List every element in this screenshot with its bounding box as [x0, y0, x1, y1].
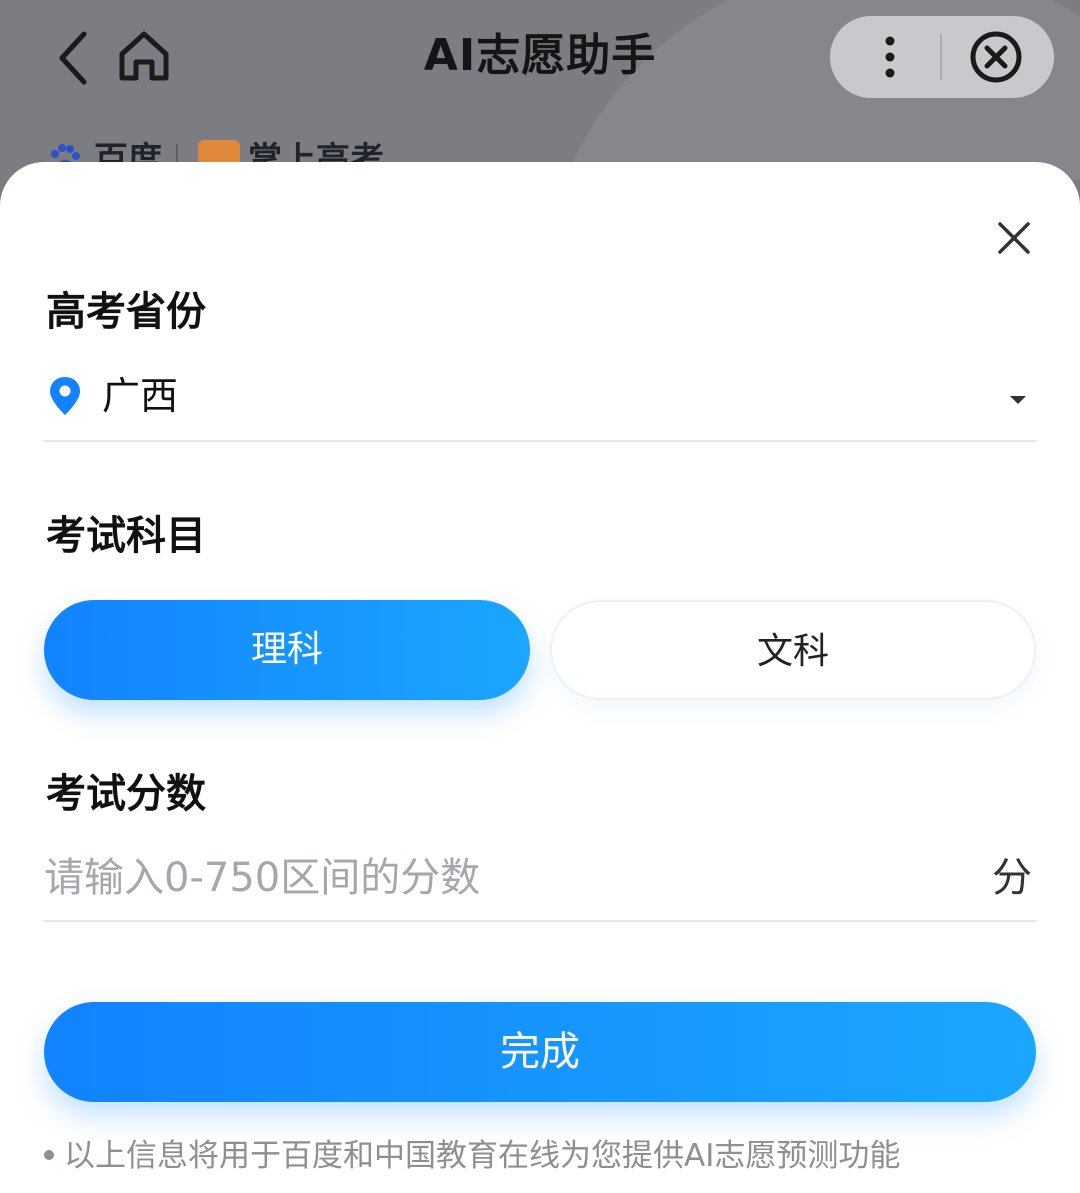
more-button[interactable]: [860, 27, 920, 87]
close-icon: [998, 222, 1030, 254]
mini-program-capsule: [830, 16, 1054, 98]
disclaimer-content: 以上信息将用于百度和中国教育在线为您提供AI志愿预测功能: [64, 1138, 901, 1174]
home-icon: [119, 31, 169, 81]
score-label: 考试分数: [46, 771, 206, 817]
back-arrow-icon: [59, 31, 87, 85]
caret-down-icon: [1010, 396, 1026, 404]
location-pin-icon: [50, 377, 80, 415]
province-select[interactable]: 广西: [44, 362, 1036, 442]
home-button[interactable]: [114, 26, 174, 86]
top-bar: AI志愿助手 百度 掌上高考: [0, 0, 1080, 180]
close-circle-icon: [970, 31, 1022, 83]
more-vertical-icon: [885, 36, 895, 78]
subject-option-liberal-arts[interactable]: 文科: [550, 600, 1036, 700]
province-label: 高考省份: [46, 289, 206, 335]
capsule-divider: [940, 34, 942, 80]
subject-option-science[interactable]: 理科: [44, 600, 530, 700]
score-input[interactable]: [44, 846, 944, 910]
sheet-close-button[interactable]: [992, 216, 1036, 260]
back-button[interactable]: [52, 28, 100, 88]
info-bottom-sheet: 高考省份 广西 考试科目 理科 文科 考试分数 分 完成 以上信息将用于百度和中…: [0, 162, 1080, 1193]
subject-label: 考试科目: [46, 513, 206, 559]
bullet-dot: [44, 1149, 54, 1160]
page-title: AI志愿助手: [423, 30, 657, 81]
done-button[interactable]: 完成: [44, 1002, 1036, 1102]
disclaimer-text: 以上信息将用于百度和中国教育在线为您提供AI志愿预测功能: [44, 1134, 1044, 1178]
score-field: 分: [44, 846, 1036, 922]
close-mini-program-button[interactable]: [966, 27, 1026, 87]
score-unit: 分: [992, 855, 1032, 901]
province-value: 广西: [102, 374, 179, 418]
